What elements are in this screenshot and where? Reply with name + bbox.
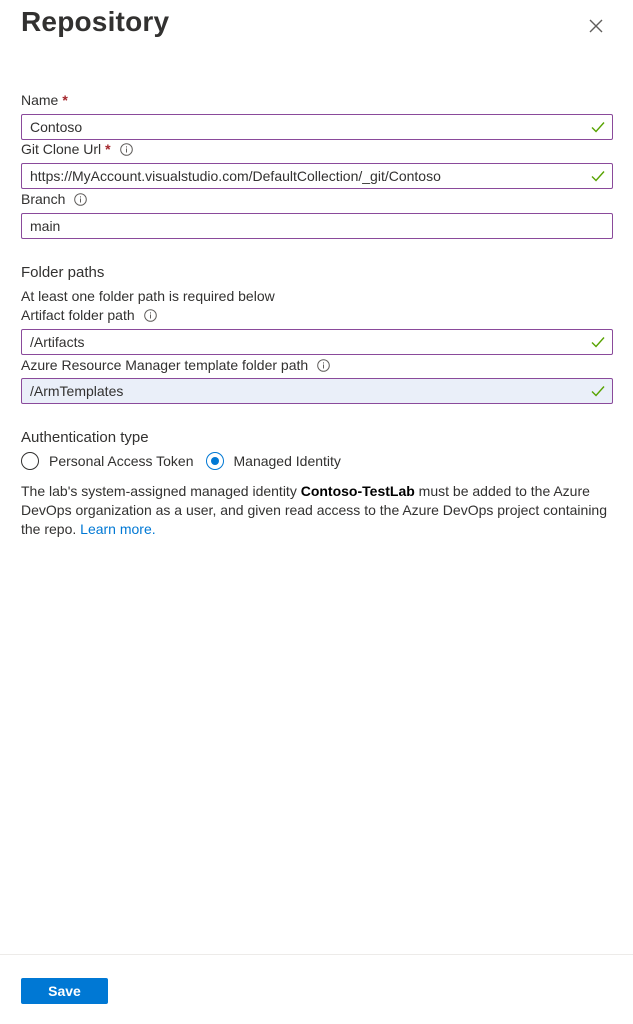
panel-title: Repository: [21, 6, 170, 37]
branch-label-text: Branch: [21, 191, 66, 207]
footer-divider: [0, 954, 633, 955]
checkmark-icon: [591, 337, 605, 348]
radio-circle[interactable]: [21, 452, 39, 470]
auth-type-radio-group: Personal Access Token Managed Identity: [21, 452, 353, 470]
required-marker: *: [105, 141, 111, 157]
artifact-path-label: Artifact folder path: [21, 307, 157, 323]
radio-personal-access-token[interactable]: Personal Access Token: [21, 452, 194, 470]
auth-description: The lab's system-assigned managed identi…: [21, 482, 616, 539]
info-icon[interactable]: [119, 142, 133, 156]
name-label: Name *: [21, 92, 68, 108]
radio-circle-selected[interactable]: [205, 452, 224, 470]
radio-label: Personal Access Token: [49, 453, 194, 469]
info-icon[interactable]: [143, 308, 157, 322]
name-label-text: Name: [21, 92, 59, 108]
required-marker: *: [62, 92, 68, 108]
branch-label: Branch: [21, 191, 88, 207]
info-icon[interactable]: [74, 192, 88, 206]
auth-description-pre: The lab's system-assigned managed identi…: [21, 483, 301, 499]
checkmark-icon: [591, 171, 605, 182]
git-clone-url-label-text: Git Clone Url: [21, 141, 102, 157]
folder-paths-heading: Folder paths: [21, 264, 105, 281]
folder-paths-hint: At least one folder path is required bel…: [21, 288, 275, 304]
checkmark-icon: [591, 122, 605, 133]
checkmark-icon: [591, 386, 605, 397]
artifact-path-label-text: Artifact folder path: [21, 307, 135, 323]
info-icon[interactable]: [317, 358, 330, 372]
radio-managed-identity[interactable]: Managed Identity: [205, 452, 341, 470]
close-button[interactable]: [582, 12, 610, 40]
close-icon: [589, 19, 603, 33]
arm-path-label-text: Azure Resource Manager template folder p…: [21, 357, 309, 373]
name-field[interactable]: [21, 114, 613, 140]
branch-input[interactable]: [22, 215, 612, 237]
arm-path-field[interactable]: [21, 378, 613, 404]
git-clone-url-field[interactable]: [21, 163, 613, 189]
arm-path-label: Azure Resource Manager template folder p…: [21, 357, 330, 373]
identity-name: Contoso-TestLab: [300, 483, 415, 499]
name-input[interactable]: [22, 116, 590, 138]
auth-type-heading: Authentication type: [21, 429, 149, 446]
save-button[interactable]: Save: [21, 978, 108, 1004]
git-clone-url-label: Git Clone Url *: [21, 141, 133, 157]
repository-panel: Repository Name * Git Clone Url * Branch: [0, 0, 633, 1024]
artifact-path-input[interactable]: [22, 331, 590, 353]
arm-path-input[interactable]: [22, 380, 590, 402]
git-clone-url-input[interactable]: [22, 165, 590, 187]
branch-field[interactable]: [21, 213, 613, 239]
radio-label: Managed Identity: [233, 453, 341, 469]
artifact-path-field[interactable]: [21, 329, 613, 355]
learn-more-link[interactable]: Learn more.: [80, 521, 155, 537]
